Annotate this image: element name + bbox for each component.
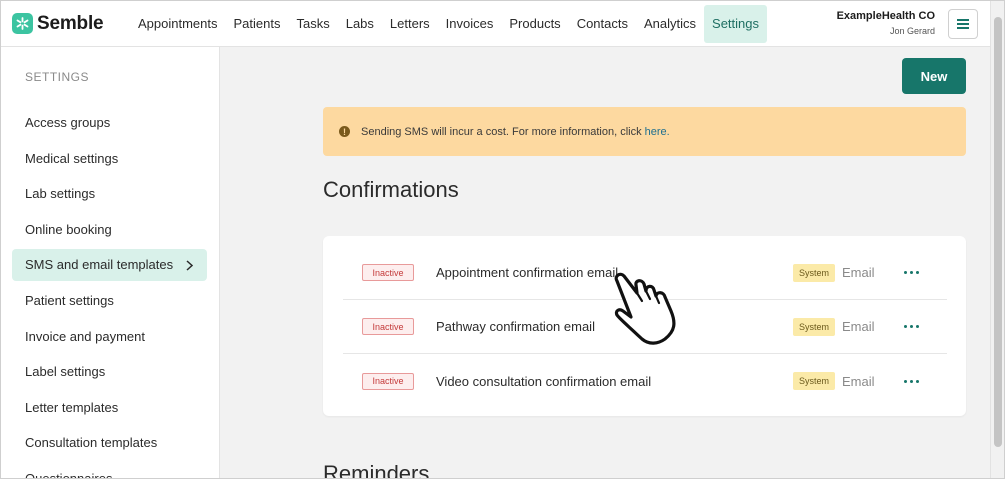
channel-label: Email — [842, 373, 875, 389]
semble-logo-icon — [12, 13, 33, 34]
sidebar-heading: SETTINGS — [25, 70, 90, 84]
nav-appointments[interactable]: Appointments — [130, 5, 226, 43]
template-name[interactable]: Video consultation confirmation email — [436, 374, 793, 389]
user-name: Jon Gerard — [889, 26, 935, 36]
sidebar-item-letter-templates[interactable]: Letter templates — [12, 392, 207, 424]
sidebar-item-patient-settings[interactable]: Patient settings — [12, 285, 207, 317]
sidebar-item-online-booking[interactable]: Online booking — [12, 214, 207, 246]
main-content: New ! Sending SMS will incur a cost. For… — [221, 47, 992, 479]
account-info[interactable]: ExampleHealth CO Jon Gerard — [837, 10, 935, 36]
nav-analytics[interactable]: Analytics — [636, 5, 704, 43]
template-row[interactable]: Inactive Appointment confirmation email … — [343, 246, 947, 300]
sidebar-item-lab-settings[interactable]: Lab settings — [12, 178, 207, 210]
nav-tasks[interactable]: Tasks — [288, 5, 337, 43]
channel-label: Email — [842, 265, 875, 280]
nav-letters[interactable]: Letters — [382, 5, 438, 43]
alert-more-info-link[interactable]: here. — [645, 126, 670, 138]
status-badge: Inactive — [362, 264, 414, 281]
alert-text: Sending SMS will incur a cost. For more … — [361, 125, 642, 138]
reminders-title: Reminders — [323, 461, 430, 479]
app-window: Semble Appointments Patients Tasks Labs … — [0, 0, 1005, 479]
nav-patients[interactable]: Patients — [226, 5, 289, 43]
brand-logo[interactable]: Semble — [12, 13, 120, 35]
top-navigation-bar: Semble Appointments Patients Tasks Labs … — [1, 1, 992, 47]
info-icon: ! — [339, 126, 350, 137]
nav-contacts[interactable]: Contacts — [569, 5, 636, 43]
brand-name: Semble — [37, 12, 104, 34]
page-scrollbar[interactable] — [990, 1, 1004, 478]
more-options-icon[interactable] — [900, 321, 923, 332]
sidebar-item-label: SMS and email templates — [25, 257, 174, 273]
template-name[interactable]: Pathway confirmation email — [436, 319, 793, 334]
more-options-icon[interactable] — [900, 376, 923, 387]
settings-sidebar: SETTINGS Access groups Medical settings … — [1, 47, 220, 478]
status-badge: Inactive — [362, 372, 414, 390]
system-badge: System — [793, 317, 836, 336]
confirmations-title: Confirmations — [323, 177, 459, 202]
hamburger-icon — [957, 19, 969, 29]
confirmations-card: Inactive Appointment confirmation email … — [323, 236, 966, 416]
sidebar-item-access-groups[interactable]: Access groups — [12, 107, 207, 139]
sms-cost-alert: ! Sending SMS will incur a cost. For mor… — [323, 107, 966, 156]
sidebar-item-sms-email-templates[interactable]: SMS and email templates — [12, 249, 207, 282]
scrollbar-thumb[interactable] — [994, 17, 1002, 447]
template-row[interactable]: Inactive Pathway confirmation email Syst… — [343, 300, 947, 354]
nav-settings[interactable]: Settings — [704, 4, 768, 43]
template-name[interactable]: Appointment confirmation email — [436, 265, 793, 280]
nav-invoices[interactable]: Invoices — [438, 5, 502, 43]
system-badge: System — [793, 372, 836, 390]
more-options-icon[interactable] — [900, 267, 923, 278]
organization-name: ExampleHealth CO — [836, 10, 935, 22]
sidebar-item-questionnaires[interactable]: Questionnaires — [12, 463, 207, 478]
sidebar-list: Access groups Medical settings Lab setti… — [12, 107, 207, 478]
main-nav: Appointments Patients Tasks Labs Letters… — [130, 1, 768, 47]
new-template-button[interactable]: New — [902, 58, 966, 94]
chevron-right-icon — [186, 249, 194, 282]
sidebar-item-consultation-templates[interactable]: Consultation templates — [12, 427, 207, 459]
nav-labs[interactable]: Labs — [338, 5, 382, 43]
system-badge: System — [793, 263, 836, 282]
status-badge: Inactive — [362, 318, 414, 335]
sidebar-item-label-settings[interactable]: Label settings — [12, 356, 207, 388]
sidebar-item-invoice-payment[interactable]: Invoice and payment — [12, 321, 207, 353]
sidebar-item-medical-settings[interactable]: Medical settings — [12, 143, 207, 175]
nav-products[interactable]: Products — [501, 5, 568, 43]
channel-label: Email — [842, 319, 875, 334]
template-row[interactable]: Inactive Video consultation confirmation… — [343, 354, 947, 408]
main-menu-button[interactable] — [948, 9, 978, 39]
